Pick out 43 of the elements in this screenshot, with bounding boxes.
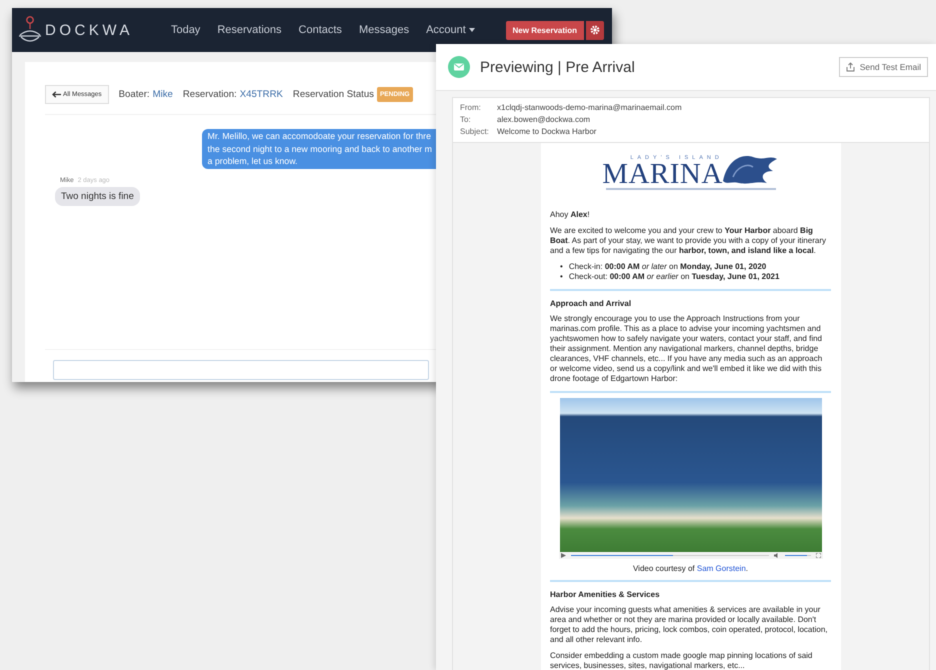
email-paragraph: Ahoy Alex! (550, 210, 591, 220)
itinerary-item: Check-in: 00:00 AM or later on Monday, June 01, 2020 (568, 262, 766, 272)
nav-link[interactable]: Contacts (298, 24, 342, 36)
status-label: Reservation Status (292, 88, 374, 100)
envelope-icon (448, 56, 470, 78)
email-paragraph: We are excited to welcome you and your crew to Your Harbor aboard Big Boat. As part of your stay, we want to provide you with a copy of your itinerary and a few tips for navigating the our harbor, town, and island like a local. (550, 226, 827, 256)
header-label: From: (460, 102, 482, 114)
nav-link[interactable]: Reservations (217, 24, 282, 36)
boater-link[interactable]: Mike (152, 88, 173, 100)
header-label: To: (460, 114, 472, 126)
boater-label: Boater: (118, 88, 150, 100)
settings-button[interactable] (586, 20, 604, 40)
video-caption: Video courtesy of Sam Gorstein. (632, 564, 748, 573)
header-value: alex.bowen@dockwa.com (497, 114, 590, 126)
nav-link[interactable]: Account (426, 24, 475, 36)
fullscreen-icon[interactable] (816, 553, 820, 558)
brand-name: DOCKWA (45, 22, 133, 38)
reply-field[interactable] (53, 360, 429, 380)
header-value: x1clqdj-stanwoods-demo-marina@marinaemail.com (497, 102, 682, 114)
send-test-email-button[interactable]: Send Test Email (838, 57, 928, 77)
email-paragraph: Consider embedding a custom made google map pinning locations of said services, businesses, sites, navigational markers, etc... (550, 651, 814, 670)
logo-name: MARINA (602, 161, 723, 187)
nav-link[interactable]: Messages (358, 24, 410, 36)
settings-icon (590, 25, 600, 35)
new-reservation-button[interactable]: New Reservation (506, 20, 584, 40)
email-paragraph: Advise your incoming guests what amenities & services are available in your area and whether or not they are marina provided or locally available. Don't forget to add the hours, pricing, lock combos, coin operated, protocol, location, and all other relevant info. (550, 605, 828, 645)
left-arrow-icon (52, 90, 61, 98)
email-paragraph: We strongly encourage you to use the Approach Instructions from your marinas.com profile. This as a place to advise your incoming yachtsmen and yachtswomen how to safely navigate your waters, contact your staff, and find their assignment. Mention any navigational markers, channel depths, bridge clearances, VHF channels, etc... If you have any media such as an approach or welcome video, send us a copy/link and we'll embed it like we did with this drone footage of Edgartown Harbor: (550, 314, 824, 384)
share-icon (846, 62, 855, 72)
section-heading: Approach and Arrival (550, 299, 632, 308)
sent-message: Mr. Melillo, we can accomodoate your reservation for thre the second night to a new mooring and back to another m a problem, let us know. (202, 129, 436, 168)
itinerary-item: Check-out: 00:00 AM or earlier on Tuesday, June 01, 2021 (568, 272, 780, 282)
bullet: • (560, 272, 563, 282)
header-value: Welcome to Dockwa Harbor (497, 126, 596, 138)
reservation-label: Reservation: (182, 88, 237, 100)
header-label: Subject: (460, 126, 490, 138)
window-title: Previewing | Pre Arrival (480, 58, 635, 76)
section-heading: Harbor Amenities & Services (550, 590, 661, 599)
bullet: • (560, 262, 563, 272)
credit-link[interactable]: Sam Gorstein (696, 564, 746, 573)
received-message: Two nights is fine (55, 186, 140, 206)
reservation-link[interactable]: X45TRRK (240, 88, 283, 100)
nav-link[interactable]: Today (170, 24, 200, 36)
